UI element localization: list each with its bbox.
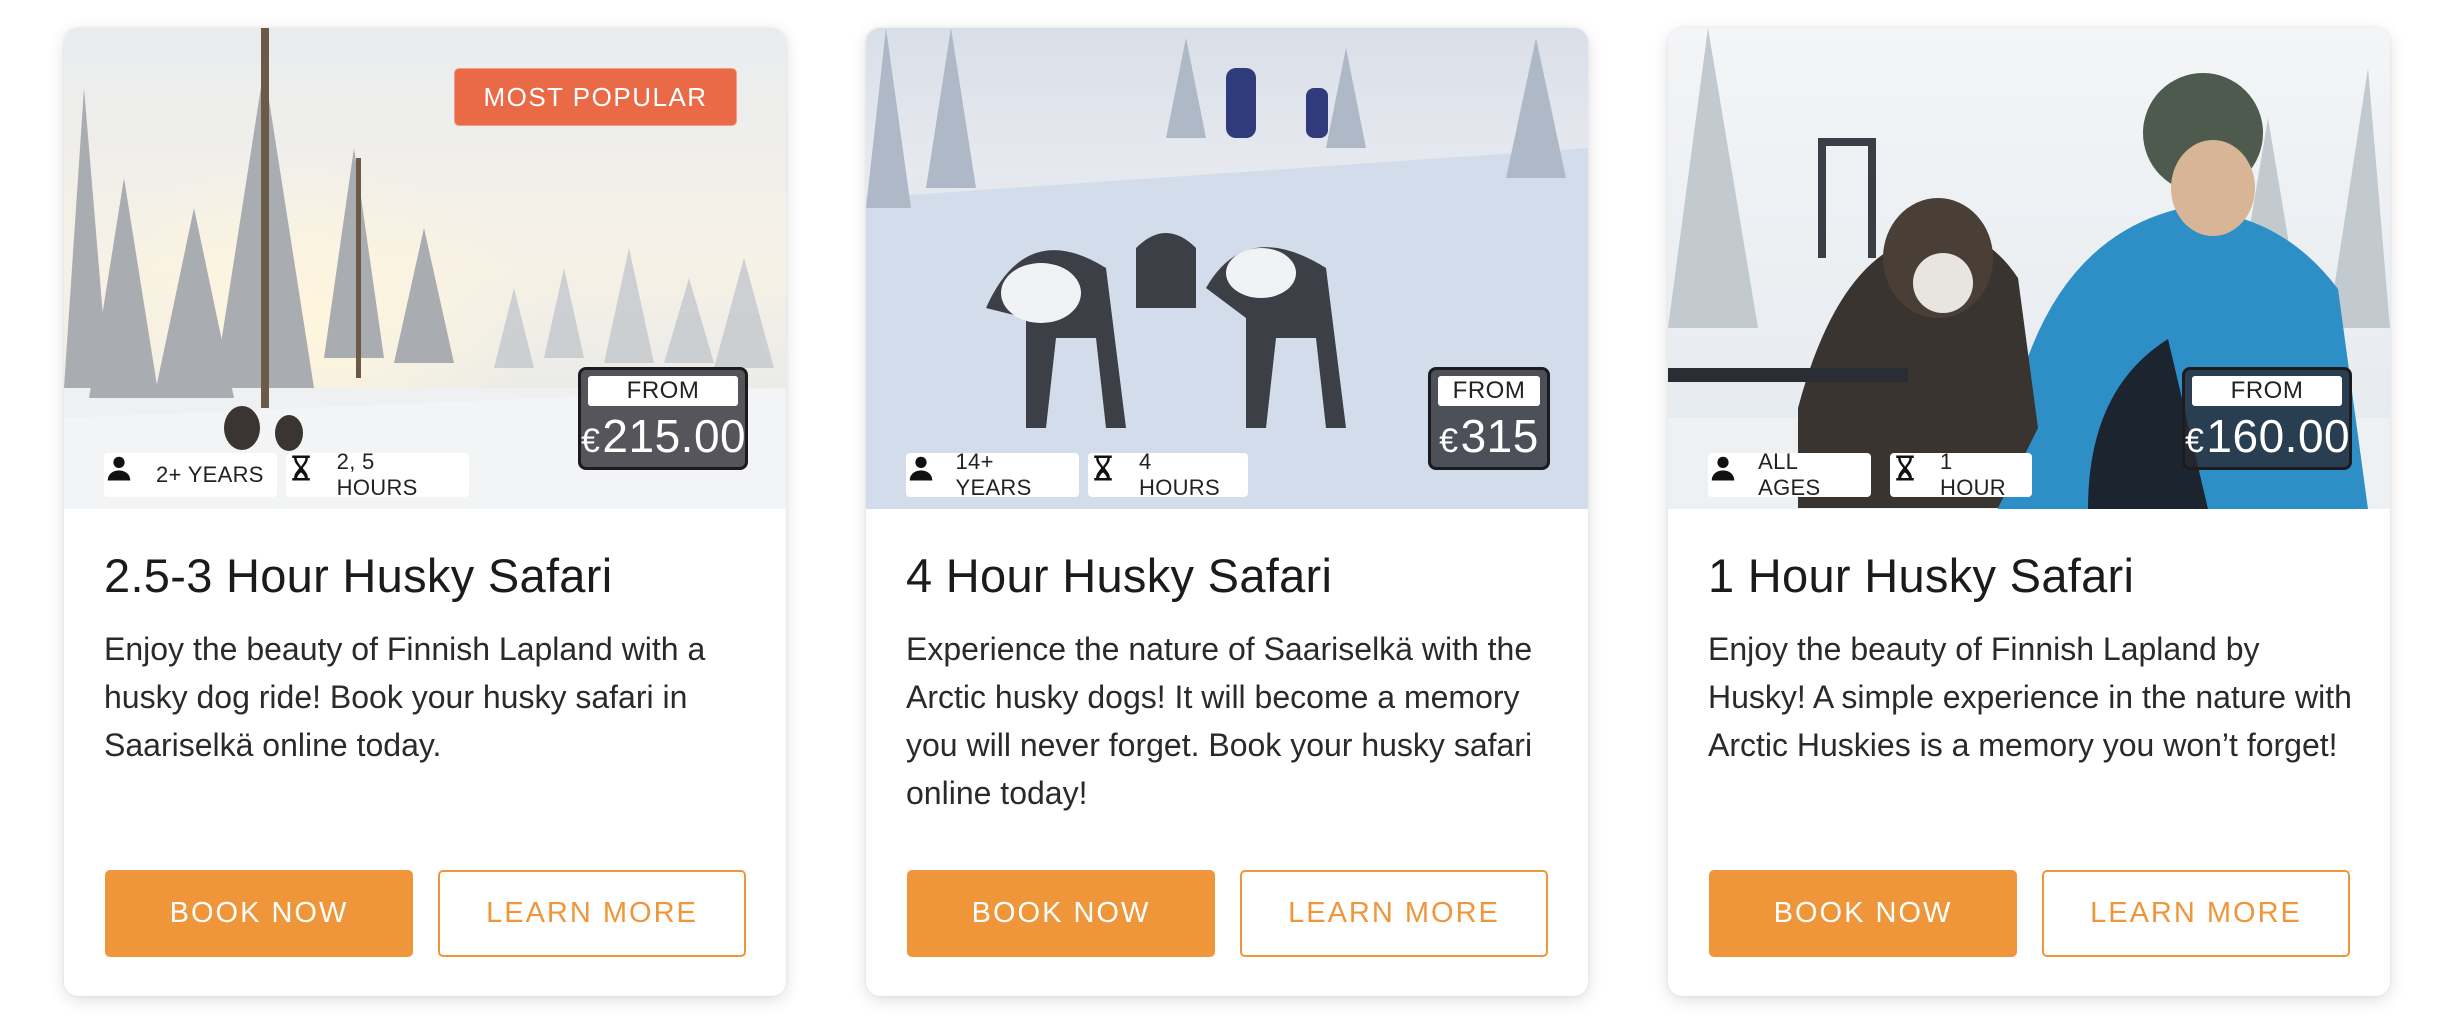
age-pill: 2+ YEARS bbox=[104, 453, 277, 497]
person-icon bbox=[1711, 456, 1750, 492]
learn-more-button[interactable]: LEARN MORE bbox=[1240, 870, 1548, 957]
tour-photo[interactable]: ALL AGES 1 HOUR FROM €160.00 bbox=[1668, 28, 2390, 509]
price-from-label: FROM bbox=[588, 376, 738, 406]
duration-label: 4 HOURS bbox=[1139, 449, 1220, 500]
price-amount: €215.00 bbox=[581, 408, 747, 469]
price-value: 160.00 bbox=[2206, 410, 2351, 462]
tour-cards: MOST POPULAR 2+ YEARS 2, 5 HOURS FROM €2… bbox=[0, 0, 2446, 1036]
duration-label: 2, 5 HOURS bbox=[336, 449, 418, 500]
currency-symbol: € bbox=[2185, 422, 2205, 460]
book-now-button[interactable]: BOOK NOW bbox=[907, 870, 1215, 957]
tour-description: Experience the nature of Saariselkä with… bbox=[906, 631, 1533, 811]
hourglass-icon bbox=[292, 455, 329, 492]
price-amount: €315 bbox=[1431, 408, 1547, 469]
tour-title[interactable]: 1 Hour Husky Safari bbox=[1708, 548, 2134, 603]
most-popular-badge: MOST POPULAR bbox=[454, 68, 737, 126]
hourglass-icon bbox=[1094, 455, 1131, 492]
currency-symbol: € bbox=[581, 422, 601, 460]
person-icon bbox=[909, 456, 948, 492]
duration-pill: 4 HOURS bbox=[1088, 449, 1248, 500]
age-pill: 14+ YEARS bbox=[906, 449, 1079, 500]
age-label: 2+ YEARS bbox=[156, 462, 264, 487]
price-box: FROM €315 bbox=[1428, 367, 1550, 470]
tour-photo[interactable]: 14+ YEARS 4 HOURS FROM €315 bbox=[866, 28, 1588, 509]
tour-photo[interactable]: MOST POPULAR 2+ YEARS 2, 5 HOURS FROM €2… bbox=[64, 28, 786, 509]
age-label: 14+ YEARS bbox=[955, 449, 1032, 500]
price-box: FROM €215.00 bbox=[578, 367, 748, 470]
age-label: ALL AGES bbox=[1758, 449, 1821, 500]
price-value: 215.00 bbox=[602, 410, 747, 462]
age-pill: ALL AGES bbox=[1708, 449, 1871, 500]
book-now-button[interactable]: BOOK NOW bbox=[105, 870, 413, 957]
duration-label: 1 HOUR bbox=[1940, 449, 2006, 500]
tour-title[interactable]: 2.5-3 Hour Husky Safari bbox=[104, 548, 612, 603]
person-icon bbox=[107, 456, 148, 492]
learn-more-button[interactable]: LEARN MORE bbox=[438, 870, 746, 957]
hourglass-icon bbox=[1896, 455, 1932, 492]
price-amount: €160.00 bbox=[2185, 408, 2351, 469]
duration-pill: 1 HOUR bbox=[1890, 449, 2032, 500]
book-now-button[interactable]: BOOK NOW bbox=[1709, 870, 2017, 957]
tour-description: Enjoy the beauty of Finnish Lapland with… bbox=[104, 631, 706, 763]
price-from-label: FROM bbox=[2192, 376, 2342, 406]
duration-pill: 2, 5 HOURS bbox=[286, 449, 469, 500]
tour-card-2-5-3-hour[interactable]: MOST POPULAR 2+ YEARS 2, 5 HOURS FROM €2… bbox=[64, 28, 786, 996]
price-from-label: FROM bbox=[1438, 376, 1540, 406]
learn-more-button[interactable]: LEARN MORE bbox=[2042, 870, 2350, 957]
tour-title[interactable]: 4 Hour Husky Safari bbox=[906, 548, 1332, 603]
price-value: 315 bbox=[1460, 410, 1539, 462]
tour-card-4-hour[interactable]: 14+ YEARS 4 HOURS FROM €315 4 Hour Husky… bbox=[866, 28, 1588, 996]
tour-description: Enjoy the beauty of Finnish Lapland by H… bbox=[1708, 631, 2352, 763]
tour-card-1-hour[interactable]: ALL AGES 1 HOUR FROM €160.00 1 Hour Husk… bbox=[1668, 28, 2390, 996]
currency-symbol: € bbox=[1439, 422, 1459, 460]
price-box: FROM €160.00 bbox=[2182, 367, 2352, 470]
